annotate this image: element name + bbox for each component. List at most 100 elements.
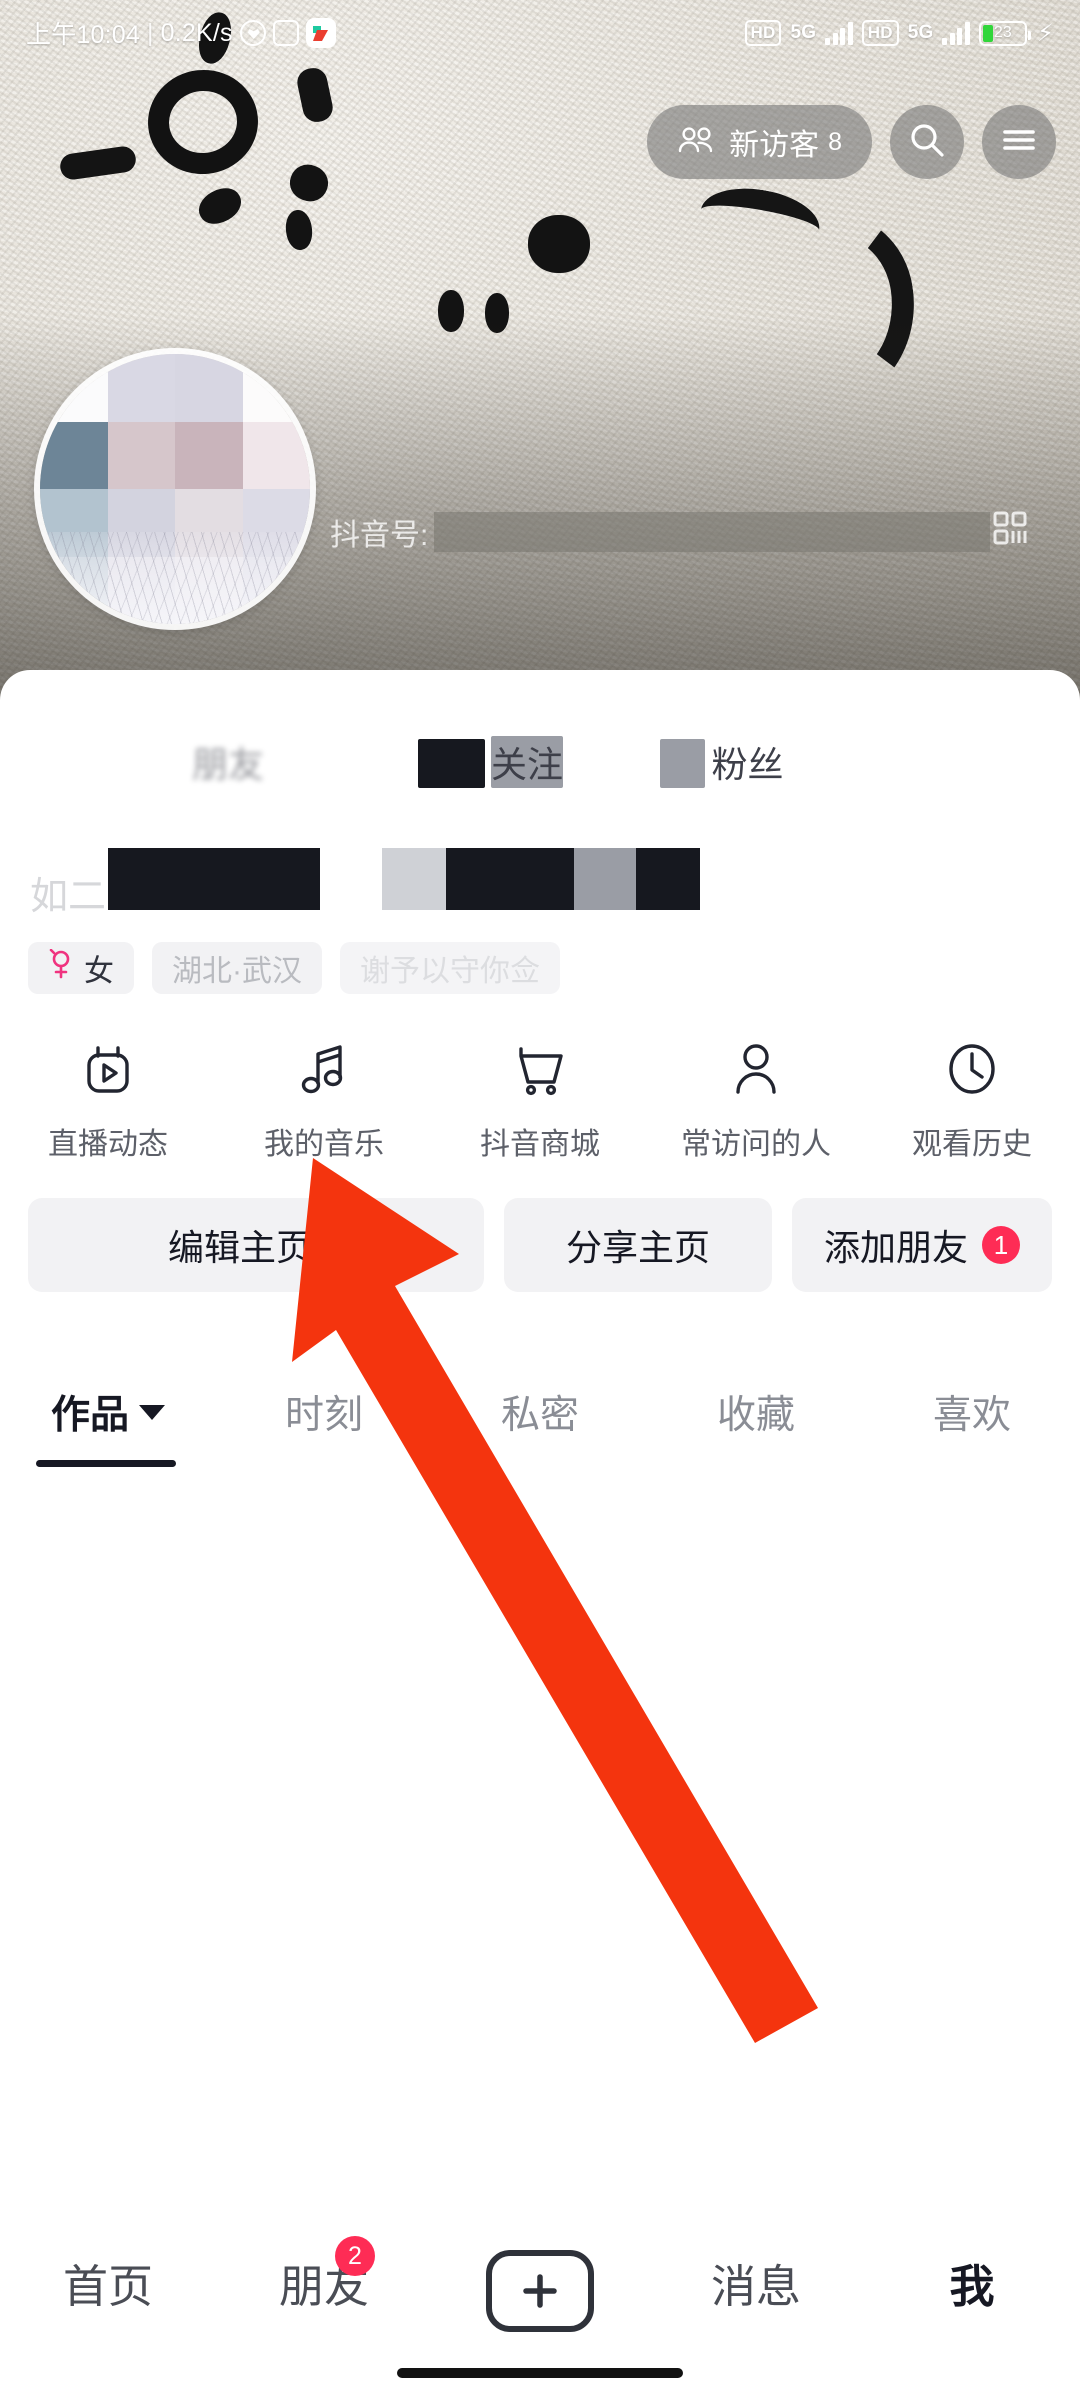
add-friend-badge: 1 [982, 1226, 1020, 1264]
stat-friends[interactable]: 朋友 [186, 736, 264, 788]
tab-moments-label: 时刻 [284, 1394, 363, 1437]
stat-fans-count: 11 [660, 739, 706, 788]
charging-bolt-icon: ⚡ [1036, 19, 1054, 47]
search-icon [907, 120, 947, 165]
douyin-id-label: 抖音号: [330, 519, 429, 552]
menu-button[interactable] [982, 105, 1056, 179]
header-actions: 新访客 8 [647, 105, 1056, 179]
stat-following-count: 111 [418, 739, 485, 788]
venus-icon [48, 948, 74, 987]
hd-icon: HD [744, 20, 782, 46]
nav-home[interactable]: 首页 [0, 2250, 216, 2315]
plus-button-icon[interactable] [486, 2250, 594, 2332]
bio-censor-row [108, 848, 700, 910]
tab-collections[interactable]: 收藏 [648, 1384, 864, 1440]
signal-bars-icon-2 [942, 21, 970, 45]
stat-following-label: 关注 [491, 736, 564, 788]
shopping-cart-icon [512, 1040, 568, 1103]
shortcut-live-label: 直播动态 [48, 1128, 168, 1161]
nav-me-label: 我 [949, 2261, 995, 2312]
shortcut-visitors[interactable]: 常访问的人 [656, 1040, 856, 1163]
people-icon [677, 125, 715, 160]
censor-block [446, 848, 574, 910]
tag-location-label: 湖北·武汉 [172, 955, 302, 988]
tag-extra[interactable]: 谢予以守你佥 [340, 942, 560, 994]
censor-block [574, 848, 636, 910]
shortcut-history-label: 观看历史 [912, 1128, 1032, 1161]
stat-fans[interactable]: 11 粉丝 [660, 736, 783, 788]
censor-block [382, 848, 446, 910]
shortcut-history[interactable]: 观看历史 [872, 1040, 1072, 1163]
signal-bars-icon-1 [825, 21, 853, 45]
censor-gap [320, 848, 382, 910]
hd-icon-2: HD [861, 20, 899, 46]
tag-location[interactable]: 湖北·武汉 [152, 942, 322, 994]
add-friend-label: 添加朋友 [823, 1227, 968, 1268]
new-visitors-label: 新访客 [729, 129, 820, 162]
shortcut-music[interactable]: 我的音乐 [224, 1040, 424, 1163]
nav-messages[interactable]: 消息 [648, 2250, 864, 2315]
nav-home-label: 首页 [62, 2261, 153, 2312]
edit-profile-button[interactable]: 编辑主页 [28, 1198, 484, 1292]
content-tabs: 作品 时刻 私密 收藏 喜欢 [0, 1360, 1080, 1464]
nickname-ghost-text: 如二 [30, 875, 107, 918]
qr-code-icon[interactable] [990, 508, 1030, 556]
nav-create[interactable] [432, 2250, 648, 2332]
censor-block [636, 848, 700, 910]
status-bar-left: 上午10:04 | 0.2K/s [26, 15, 336, 51]
action-buttons: 编辑主页 分享主页 添加朋友 1 [28, 1198, 1052, 1292]
battery-percent: 23 [993, 24, 1013, 41]
add-friend-button[interactable]: 添加朋友 1 [792, 1198, 1052, 1292]
douyin-id-value [434, 512, 990, 552]
tab-private-label: 私密 [500, 1394, 579, 1437]
profile-sheet: 朋友 111 关注 11 粉丝 如二 [0, 670, 1080, 2400]
status-time: 上午10:04 [26, 21, 140, 49]
app-icon [305, 18, 336, 48]
tag-extra-label: 谢予以守你佥 [360, 955, 540, 988]
edit-profile-label: 编辑主页 [167, 1227, 312, 1268]
shortcut-music-label: 我的音乐 [264, 1128, 384, 1161]
shortcut-mall[interactable]: 抖音商城 [440, 1040, 640, 1163]
tab-collections-label: 收藏 [716, 1394, 795, 1437]
network-speed: 0.2K/s [160, 18, 233, 47]
avatar[interactable] [34, 348, 316, 630]
nav-friends-wrap: 朋友 2 [279, 2236, 375, 2315]
status-bar: 上午10:04 | 0.2K/s HD 5G HD 5G 23 ⚡ [0, 0, 1080, 66]
shortcut-mall-label: 抖音商城 [480, 1128, 600, 1161]
nav-friends[interactable]: 朋友 2 [216, 2236, 432, 2315]
stat-following[interactable]: 111 关注 [418, 736, 564, 788]
share-profile-button[interactable]: 分享主页 [504, 1198, 772, 1292]
stat-friends-label: 朋友 [192, 744, 265, 785]
music-note-icon [298, 1040, 350, 1103]
network-gen-label-1: 5G [790, 22, 817, 43]
network-gen-label-2: 5G [907, 22, 934, 43]
nav-friends-badge: 2 [335, 2236, 375, 2276]
tab-active-underline [36, 1460, 176, 1467]
shortcut-row: 直播动态 我的音乐 抖音商城 常访问的人 观看历史 [0, 1040, 1080, 1163]
new-visitors-count: 8 [828, 127, 842, 156]
tag-gender[interactable]: 女 [28, 942, 134, 994]
search-button[interactable] [890, 105, 964, 179]
tab-works[interactable]: 作品 [0, 1384, 216, 1440]
battery-icon: 23 [978, 20, 1031, 46]
tab-likes[interactable]: 喜欢 [864, 1384, 1080, 1440]
chevron-down-icon[interactable] [139, 1404, 165, 1420]
stats-row: 朋友 111 关注 11 粉丝 [0, 730, 1080, 820]
douyin-profile-screen: 上午10:04 | 0.2K/s HD 5G HD 5G 23 ⚡ 新访客 8 … [0, 0, 1080, 2400]
shortcut-live[interactable]: 直播动态 [8, 1040, 208, 1163]
heart-icon [239, 20, 266, 46]
nav-messages-label: 消息 [710, 2261, 801, 2312]
edit-profile-dot [326, 1236, 344, 1254]
tab-private[interactable]: 私密 [432, 1384, 648, 1440]
avatar-sketch-layer [40, 532, 310, 624]
new-visitors-button[interactable]: 新访客 8 [647, 105, 872, 179]
nav-me[interactable]: 我 [864, 2250, 1080, 2315]
nickname-row: 如二 [30, 860, 110, 924]
tab-works-label: 作品 [50, 1394, 129, 1437]
tab-likes-label: 喜欢 [932, 1394, 1011, 1437]
share-profile-label: 分享主页 [565, 1227, 710, 1268]
tab-moments[interactable]: 时刻 [216, 1384, 432, 1440]
home-indicator[interactable] [397, 2368, 683, 2378]
live-tv-icon [80, 1040, 136, 1103]
douyin-id-row[interactable]: 抖音号: [330, 508, 1030, 556]
